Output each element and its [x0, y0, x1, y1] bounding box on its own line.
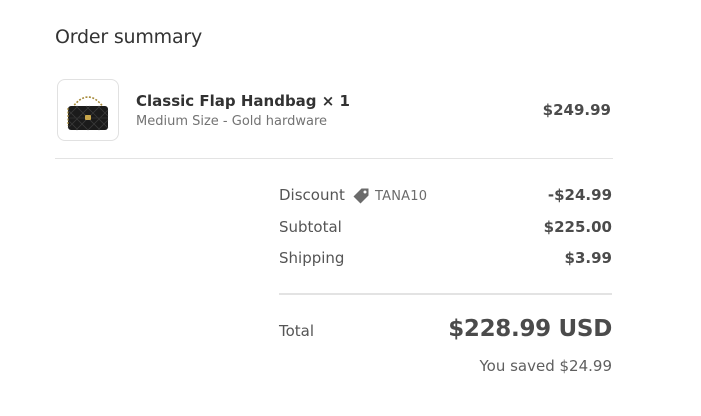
product-thumbnail [57, 79, 119, 141]
product-price: $249.99 [542, 101, 611, 119]
shipping-value: $3.99 [564, 249, 612, 267]
shipping-row: Shipping $3.99 [279, 249, 612, 271]
subtotal-label: Subtotal [279, 218, 342, 236]
discount-label: Discount [279, 186, 345, 204]
discount-code: TANA10 [375, 188, 428, 204]
product-variant: Medium Size - Gold hardware [136, 114, 328, 129]
total-value: $228.99 USD [448, 316, 612, 342]
tag-icon [353, 188, 369, 204]
discount-code-badge: TANA10 [352, 187, 427, 205]
discount-row: Discount TANA10 -$24.99 [279, 186, 612, 208]
handbag-image [67, 96, 109, 131]
product-name: Classic Flap Handbag × 1 [136, 92, 350, 110]
shipping-label: Shipping [279, 249, 345, 267]
discount-value: -$24.99 [547, 186, 612, 204]
savings-text: You saved $24.99 [479, 357, 612, 375]
subtotal-row: Subtotal $225.00 [279, 218, 612, 240]
order-summary-title: Order summary [55, 26, 203, 48]
total-label: Total [279, 322, 315, 340]
subtotal-value: $225.00 [543, 218, 612, 236]
line-item-divider [55, 158, 613, 159]
total-divider [279, 293, 612, 295]
